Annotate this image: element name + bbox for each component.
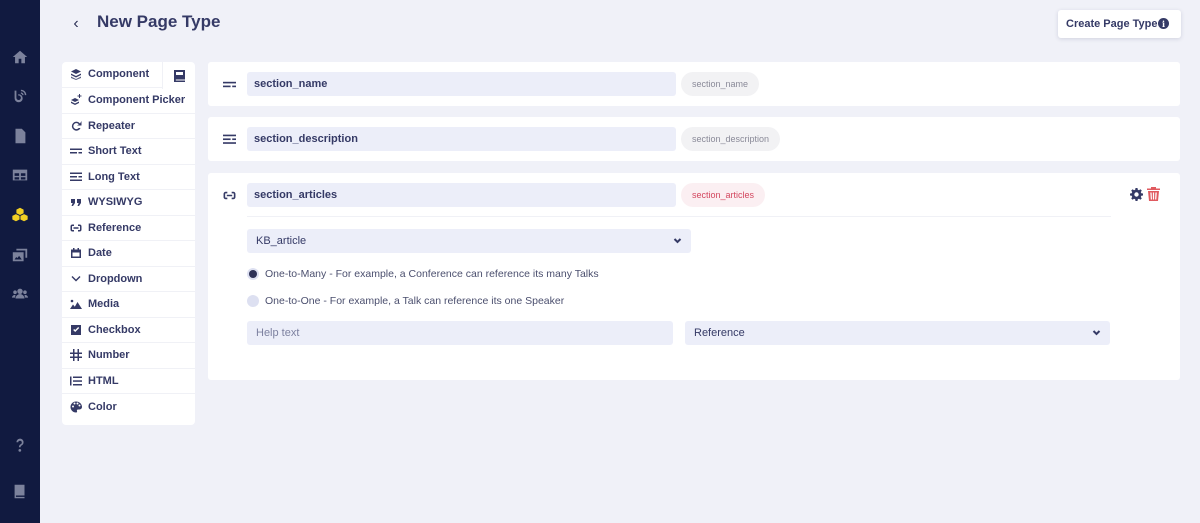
short-text-icon [70, 145, 82, 157]
palette-item-media[interactable]: Media [62, 292, 195, 318]
quote-icon [70, 196, 82, 208]
palette-item-color[interactable]: Color [62, 394, 195, 420]
palette-item-number[interactable]: Number [62, 343, 195, 369]
hash-icon [70, 349, 82, 362]
repeat-icon [70, 120, 82, 132]
api-id-badge: section_name [681, 72, 760, 96]
api-feed-icon[interactable] [10, 86, 30, 106]
divider [247, 216, 1111, 217]
palette-item-date[interactable]: Date [62, 241, 195, 267]
gear-icon [1130, 188, 1143, 201]
table-icon[interactable] [10, 165, 30, 185]
left-nav [0, 0, 40, 523]
docs-book-button[interactable] [162, 62, 195, 89]
help-text-input[interactable]: Help text [247, 321, 673, 345]
layers-icon [70, 68, 82, 81]
delete-field-button[interactable] [1147, 187, 1160, 201]
link-icon [222, 188, 236, 202]
home-icon[interactable] [10, 47, 30, 67]
chevron-down-icon [70, 273, 82, 285]
create-page-type-label: Create Page Type [1066, 18, 1158, 30]
media-library-icon[interactable] [10, 245, 30, 265]
field-name-input[interactable]: section_description [247, 127, 676, 151]
palette-item-reference[interactable]: Reference [62, 216, 195, 241]
palette-icon [70, 401, 82, 413]
book-icon [173, 69, 185, 82]
palette-item-wysiwyg[interactable]: WYSIWYG [62, 190, 195, 216]
info-icon[interactable]: i [1158, 18, 1169, 29]
components-icon[interactable] [10, 205, 30, 225]
chevron-down-icon [1092, 328, 1101, 337]
palette-item-checkbox[interactable]: Checkbox [62, 318, 195, 343]
palette-item-repeater[interactable]: Repeater [62, 114, 195, 139]
list-icon [70, 375, 82, 387]
chevron-down-icon [673, 236, 682, 245]
palette-item-dropdown[interactable]: Dropdown [62, 267, 195, 292]
reference-target-select[interactable]: KB_article [247, 229, 691, 253]
radio-unselected[interactable] [247, 295, 259, 307]
calendar-icon [70, 247, 82, 259]
checkbox-icon [70, 324, 82, 336]
field-name-input[interactable]: section_articles [247, 183, 676, 207]
palette-item-component-picker[interactable]: Component Picker [62, 88, 195, 114]
radio-selected[interactable] [247, 268, 259, 280]
field-card-section-articles: section_articles section_articles KB_art… [208, 173, 1180, 380]
page-title: New Page Type [97, 12, 221, 31]
relation-radio-one-to-one[interactable]: One-to-One - For example, a Talk can ref… [247, 295, 564, 307]
long-text-icon [70, 171, 82, 183]
field-name-input[interactable]: section_name [247, 72, 676, 96]
back-button[interactable]: ‹ [68, 14, 84, 34]
field-card-section-description: section_description section_description [208, 117, 1180, 161]
palette-item-html[interactable]: HTML [62, 369, 195, 394]
help-icon[interactable] [10, 435, 30, 455]
link-icon [70, 222, 82, 234]
document-icon[interactable] [10, 126, 30, 146]
trash-icon [1147, 187, 1160, 201]
layers-plus-icon [70, 94, 82, 106]
field-type-select[interactable]: Reference [685, 321, 1110, 345]
short-text-icon [222, 77, 236, 91]
relation-radio-one-to-many[interactable]: One-to-Many - For example, a Conference … [247, 268, 599, 280]
palette-item-long-text[interactable]: Long Text [62, 165, 195, 190]
palette-item-component[interactable]: Component [62, 62, 162, 88]
palette-item-short-text[interactable]: Short Text [62, 139, 195, 165]
team-icon[interactable] [10, 284, 30, 304]
field-settings-button[interactable] [1130, 188, 1143, 201]
create-page-type-button[interactable]: Create Page Type i [1058, 10, 1181, 38]
api-id-badge-error: section_articles [681, 183, 766, 207]
image-icon [70, 298, 82, 310]
field-card-section-name: section_name section_name [208, 62, 1180, 106]
field-type-palette: Component Component Picker Repeater Shor… [62, 62, 195, 425]
book-icon[interactable] [10, 481, 30, 501]
long-text-icon [222, 132, 236, 146]
api-id-badge: section_description [681, 127, 781, 151]
